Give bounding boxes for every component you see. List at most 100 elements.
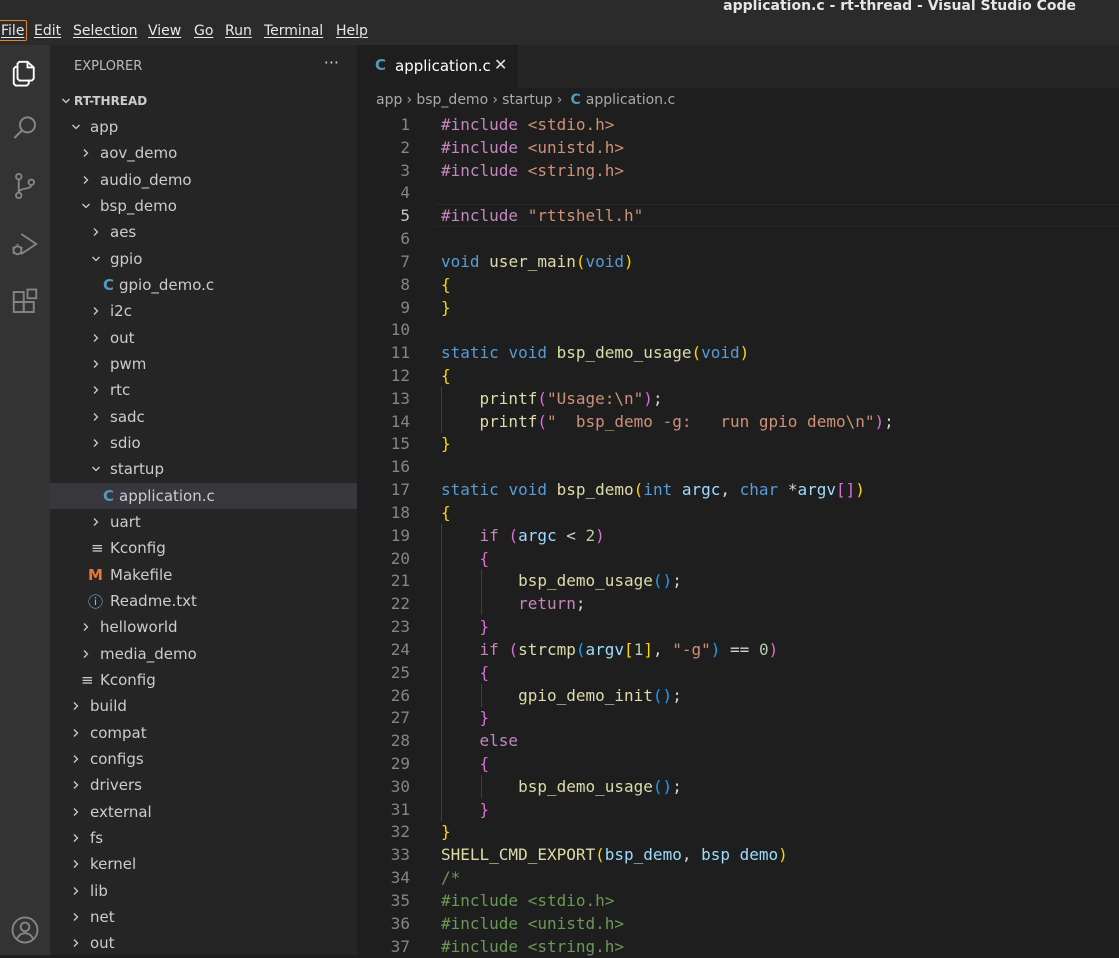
code-line: } xyxy=(441,798,490,821)
tree-item-configs[interactable]: configs xyxy=(50,746,357,772)
breadcrumb-app[interactable]: app xyxy=(376,92,402,108)
tree-item-out[interactable]: out xyxy=(50,325,357,351)
chevron-right-icon xyxy=(90,219,102,245)
tree-item-compat[interactable]: compat xyxy=(50,720,357,746)
tree-item-aes[interactable]: aes xyxy=(50,219,357,245)
tree-item-label: Readme.txt xyxy=(110,592,197,610)
line-number: 35 xyxy=(390,891,410,910)
code-token: #include <string.h> xyxy=(441,937,625,956)
workspace-root-label: RT-THREAD xyxy=(74,94,148,108)
tree-item-pwm[interactable]: pwm xyxy=(50,351,357,377)
tab-label: application.c xyxy=(395,57,491,75)
workspace-root[interactable]: RT-THREAD xyxy=(50,88,357,114)
tree-item-rtc[interactable]: rtc xyxy=(50,377,357,403)
code-line: else xyxy=(441,729,519,752)
tree-item-label: gpio_demo.c xyxy=(119,276,215,294)
code-token: } xyxy=(479,708,490,727)
chevron-right-icon xyxy=(80,641,92,667)
menu-selection[interactable]: Selection xyxy=(73,23,138,39)
tree-item-gpio-demo-c[interactable]: Cgpio_demo.c xyxy=(50,272,357,298)
code-line: } xyxy=(441,820,451,843)
tree-item-out[interactable]: out xyxy=(50,930,357,956)
chevron-right-icon xyxy=(80,140,92,166)
menu-view[interactable]: View xyxy=(148,23,181,39)
code-line: { xyxy=(441,661,490,684)
chevron-down-icon xyxy=(90,246,102,272)
account-icon[interactable] xyxy=(5,910,45,950)
more-actions-icon[interactable]: ··· xyxy=(324,53,339,72)
chevron-right-icon xyxy=(70,799,82,825)
breadcrumb-startup[interactable]: startup xyxy=(502,92,552,108)
code-token: void xyxy=(585,252,625,271)
indent-guide xyxy=(481,684,482,707)
code-editor[interactable]: 1 #include <stdio.h> 2 #include <unistd.h> 3… xyxy=(357,113,1119,956)
tree-item-net[interactable]: net xyxy=(50,904,357,930)
menu-file[interactable]: File xyxy=(0,20,28,41)
code-token: /* xyxy=(441,868,461,887)
tree-item-label: fs xyxy=(90,829,104,847)
code-token: void xyxy=(701,343,740,362)
code-token: "rttshell.h" xyxy=(527,206,644,225)
tree-item-i2c[interactable]: i2c xyxy=(50,298,357,324)
menu-go[interactable]: Go xyxy=(194,23,213,39)
code-token: argv xyxy=(797,480,836,499)
tree-item-label: net xyxy=(90,908,115,926)
menu-edit[interactable]: Edit xyxy=(34,23,61,39)
breadcrumb-bsp-demo[interactable]: bsp_demo xyxy=(416,92,488,108)
tree-item-fs[interactable]: fs xyxy=(50,825,357,851)
code-token: "-g" xyxy=(672,640,711,659)
tree-item-external[interactable]: external xyxy=(50,799,357,825)
tree-item-bsp-demo[interactable]: bsp_demo xyxy=(50,193,357,219)
tree-item-kconfig[interactable]: ≡ Kconfig xyxy=(50,667,357,693)
tab-application-c[interactable]: C application.c ✕ xyxy=(357,45,518,88)
menu-terminal[interactable]: Terminal xyxy=(264,23,323,39)
breadcrumb-file[interactable]: application.c xyxy=(586,92,675,108)
code-line: #include <stdio.h> xyxy=(441,113,614,136)
indent-guide xyxy=(481,775,482,798)
tree-item-gpio[interactable]: gpio xyxy=(50,246,357,272)
tree-item-readme-txt[interactable]: ⓘ Readme.txt xyxy=(50,588,357,614)
c-file-icon: C xyxy=(103,276,115,294)
code-token: ( xyxy=(575,252,586,271)
menu-run[interactable]: Run xyxy=(225,23,252,39)
tree-item-label: Kconfig xyxy=(110,539,166,557)
list-file-icon: ≡ xyxy=(81,671,94,689)
tree-item-startup[interactable]: startup xyxy=(50,456,357,482)
code-token: " bsp_demo -g: run gpio demo\n" xyxy=(546,412,875,431)
tree-item-sdio[interactable]: sdio xyxy=(50,430,357,456)
window-title: application.c - rt-thread - Visual Studi… xyxy=(723,0,1076,14)
tree-item-audio-demo[interactable]: audio_demo xyxy=(50,167,357,193)
tree-item-kernel[interactable]: kernel xyxy=(50,851,357,877)
line-number: 30 xyxy=(390,777,410,796)
tree-item-label: aes xyxy=(110,223,137,241)
search-icon[interactable] xyxy=(5,108,45,148)
tree-item-makefile[interactable]: M Makefile xyxy=(50,562,357,588)
tree-item-helloworld[interactable]: helloworld xyxy=(50,614,357,640)
tree-item-label: build xyxy=(90,697,127,715)
tree-item-aov-demo[interactable]: aov_demo xyxy=(50,140,357,166)
tree-item-uart[interactable]: uart xyxy=(50,509,357,535)
code-token: [] xyxy=(835,480,856,499)
menu-help[interactable]: Help xyxy=(336,23,368,39)
extensions-icon[interactable] xyxy=(5,282,45,322)
run-debug-icon[interactable] xyxy=(5,224,45,264)
tree-item-sadc[interactable]: sadc xyxy=(50,404,357,430)
tree-item-label: compat xyxy=(90,724,147,742)
code-token: ) xyxy=(739,343,750,362)
tree-item-lib[interactable]: lib xyxy=(50,878,357,904)
files-icon[interactable] xyxy=(5,53,45,93)
close-icon[interactable]: ✕ xyxy=(494,55,507,74)
tree-item-app[interactable]: app xyxy=(50,114,357,140)
tree-item-application-c[interactable]: Capplication.c xyxy=(50,483,357,509)
tree-item-build[interactable]: build xyxy=(50,693,357,719)
tree-item-media-demo[interactable]: media_demo xyxy=(50,641,357,667)
tree-item-kconfig[interactable]: ≡ Kconfig xyxy=(50,535,357,561)
source-control-icon[interactable] xyxy=(5,166,45,206)
tree-item-label: helloworld xyxy=(100,618,178,636)
code-token: bsp_demo xyxy=(556,480,634,499)
tree-item-drivers[interactable]: drivers xyxy=(50,772,357,798)
